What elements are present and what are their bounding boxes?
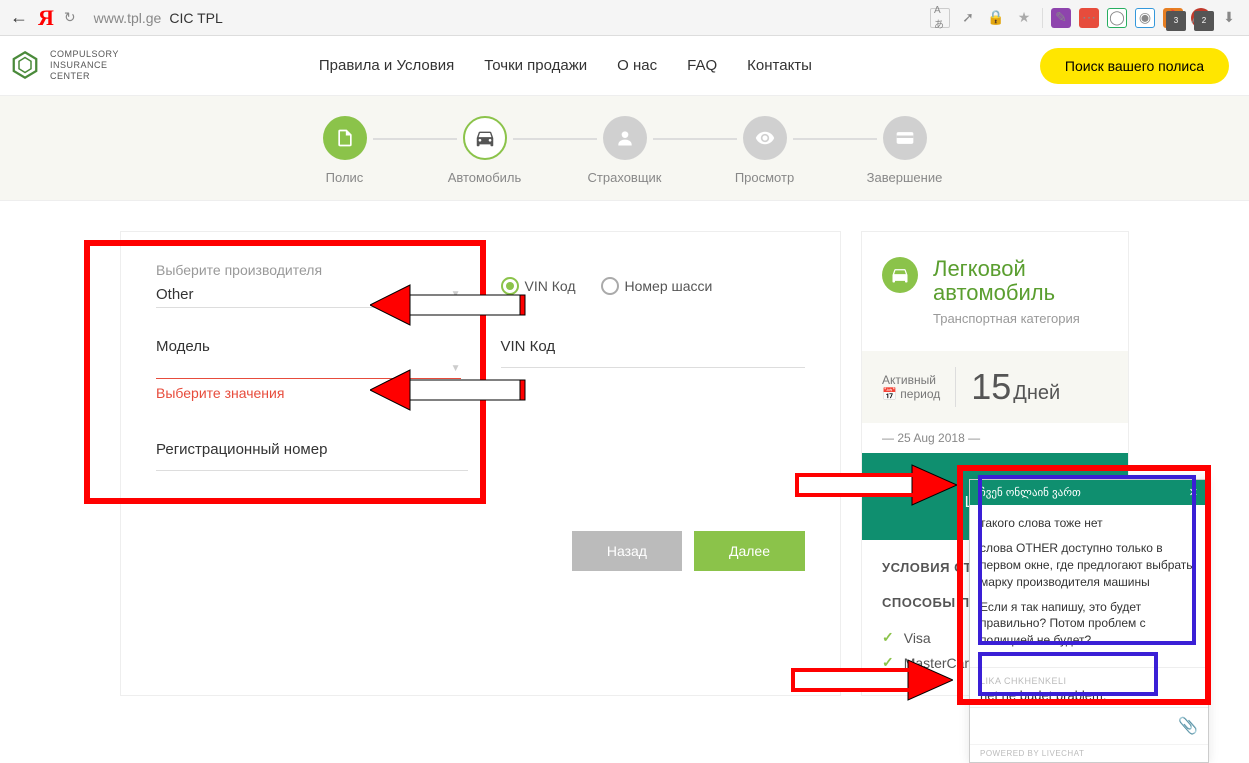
logo[interactable]: COMPULSORY INSURANCE CENTER <box>10 49 119 81</box>
id-type-radio-group: VIN Код Номер шасси <box>501 262 806 295</box>
next-button[interactable]: Далее <box>694 531 805 571</box>
eye-icon <box>743 116 787 160</box>
attachment-icon[interactable]: 📎 <box>1178 716 1198 736</box>
ext-feather-icon[interactable]: ✎ <box>1051 8 1071 28</box>
chat-close-icon[interactable]: ✕ <box>1189 486 1198 499</box>
ext-swirl-icon[interactable]: ◉ <box>1135 8 1155 28</box>
nav-about[interactable]: О нас <box>617 57 657 74</box>
vin-field[interactable]: VIN Код <box>501 338 806 401</box>
registration-field[interactable]: Регистрационный номер <box>156 441 468 471</box>
document-icon <box>323 116 367 160</box>
nav-rules[interactable]: Правила и Условия <box>319 57 454 74</box>
model-label: Модель <box>156 338 461 355</box>
ext-adblock-icon[interactable]: AB2 <box>1191 8 1211 28</box>
card-icon <box>883 116 927 160</box>
download-icon[interactable]: ⬇ <box>1219 8 1239 28</box>
site-header: COMPULSORY INSURANCE CENTER Правила и Ус… <box>0 36 1249 96</box>
divider <box>1042 8 1043 28</box>
person-icon <box>603 116 647 160</box>
chat-message: Если я так напишу, это будет правильно? … <box>980 599 1198 649</box>
period-number: 15 <box>971 366 1011 408</box>
star-icon[interactable]: ★ <box>1014 8 1034 28</box>
ext-dots-icon[interactable]: ⋯ <box>1079 8 1099 28</box>
step-insurer: Страховщик <box>555 116 695 185</box>
browser-extensions: Aあ ➚ 🔒 ★ ✎ ⋯ ◯ ◉ 🔥3 AB2 ⬇ <box>930 8 1239 28</box>
nav-sales[interactable]: Точки продажи <box>484 57 587 74</box>
manufacturer-label: Выберите производителя <box>156 262 461 278</box>
send-icon[interactable]: ➚ <box>958 8 978 28</box>
chat-agent-text: net ne budet prablem. <box>980 688 1198 703</box>
chat-reply: LIKA CHKHENKELI net ne budet prablem. <box>970 667 1208 707</box>
page-title-text: CIC TPL <box>169 10 222 26</box>
ext-shield-icon[interactable]: ◯ <box>1107 8 1127 28</box>
car-circle-icon <box>882 257 918 293</box>
chevron-down-icon: ▼ <box>451 289 461 300</box>
period-days: Дней <box>1013 382 1060 405</box>
main-nav: Правила и Условия Точки продажи О нас FA… <box>319 57 812 74</box>
chevron-down-icon: ▼ <box>451 363 461 374</box>
model-error: Выберите значения <box>156 385 461 401</box>
chat-message: слова OTHER доступно только в первом окн… <box>980 540 1198 590</box>
step-complete: Завершение <box>835 116 975 185</box>
logo-text: COMPULSORY INSURANCE CENTER <box>50 49 119 81</box>
chat-body: такого слова тоже нет слова OTHER доступ… <box>970 505 1208 667</box>
chat-header[interactable]: ჩვენ ონლაინ ვართ ✕ <box>970 480 1208 505</box>
ext-badge-orange-icon[interactable]: 🔥3 <box>1163 8 1183 28</box>
step-review: Просмотр <box>695 116 835 185</box>
chat-widget: ჩვენ ონლაინ ვართ ✕ такого слова тоже нет… <box>969 479 1209 763</box>
url-bar[interactable]: www.tpl.ge CIC TPL <box>86 10 920 26</box>
nav-faq[interactable]: FAQ <box>687 57 717 74</box>
yandex-logo[interactable]: Я <box>38 5 54 31</box>
form-panel: Выберите производителя Other ▼ VIN Код Н… <box>120 231 841 696</box>
url-text: www.tpl.ge <box>94 10 162 26</box>
logo-icon <box>10 50 40 80</box>
registration-label: Регистрационный номер <box>156 441 468 458</box>
vehicle-title: Легковой автомобиль <box>933 257 1108 305</box>
step-auto[interactable]: Автомобиль <box>415 116 555 185</box>
chat-message: такого слова тоже нет <box>980 515 1198 532</box>
vehicle-subtitle: Транспортная категория <box>933 311 1108 326</box>
step-policy[interactable]: Полис <box>275 116 415 185</box>
chat-input-area: 📎 <box>970 707 1208 744</box>
period-box: Активный 📅 период 15 Дней <box>862 351 1128 423</box>
translate-icon[interactable]: Aあ <box>930 8 950 28</box>
car-icon <box>463 116 507 160</box>
vin-label: VIN Код <box>501 338 806 355</box>
model-field[interactable]: Модель ▼ Выберите значения <box>156 338 461 401</box>
radio-vin[interactable]: VIN Код <box>501 277 576 295</box>
back-icon[interactable]: ← <box>10 7 28 28</box>
chat-input[interactable] <box>980 719 1178 733</box>
browser-bar: ← Я ↻ www.tpl.ge CIC TPL Aあ ➚ 🔒 ★ ✎ ⋯ ◯ … <box>0 0 1249 36</box>
chat-agent-name: LIKA CHKHENKELI <box>980 676 1198 686</box>
period-date: — 25 Aug 2018 — <box>862 423 1128 453</box>
radio-chassis[interactable]: Номер шасси <box>601 277 713 295</box>
lock-icon[interactable]: 🔒 <box>986 8 1006 28</box>
steps-bar: Полис Автомобиль Страховщик Просмотр <box>0 96 1249 201</box>
nav-contacts[interactable]: Контакты <box>747 57 812 74</box>
chat-footer: POWERED BY LIVECHAT <box>970 744 1208 762</box>
manufacturer-value: Other <box>156 286 194 303</box>
vehicle-type-box: Легковой автомобиль Транспортная категор… <box>862 232 1128 351</box>
manufacturer-field[interactable]: Выберите производителя Other ▼ <box>156 262 461 308</box>
search-policy-button[interactable]: Поиск вашего полиса <box>1040 48 1229 84</box>
form-buttons: Назад Далее <box>156 531 805 571</box>
radio-checked-icon <box>501 277 519 295</box>
refresh-icon[interactable]: ↻ <box>64 9 76 26</box>
back-button[interactable]: Назад <box>572 531 682 571</box>
radio-unchecked-icon <box>601 277 619 295</box>
